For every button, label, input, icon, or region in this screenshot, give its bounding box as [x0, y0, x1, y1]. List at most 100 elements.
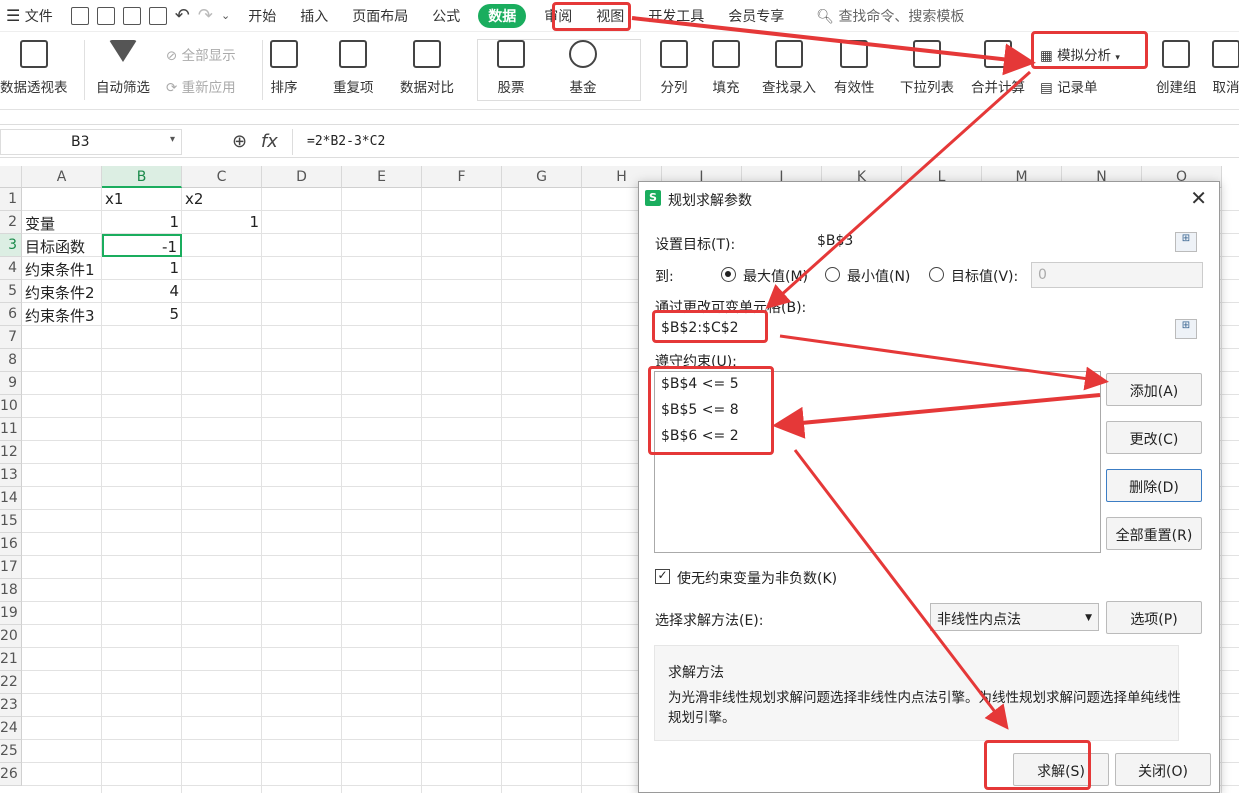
range-select-icon[interactable]: ⊞ [1175, 232, 1197, 252]
tab-formulas[interactable]: 公式 [420, 6, 472, 26]
column-header[interactable]: C [182, 166, 262, 188]
nonnegative-checkbox[interactable]: ✓ [655, 569, 670, 584]
cell-b4[interactable]: 1 [102, 257, 182, 280]
ungroup-button[interactable]: 取消 [1212, 40, 1239, 96]
row-header[interactable]: 18 [0, 579, 22, 602]
lookup-entry-button[interactable]: 查找录入 [762, 40, 816, 96]
merge-calc-button[interactable]: 合并计算 [971, 40, 1025, 96]
column-header[interactable]: B [102, 166, 182, 188]
close-button[interactable]: 关闭(O) [1115, 753, 1211, 786]
column-header[interactable]: D [262, 166, 342, 188]
cell-c1[interactable]: x2 [182, 188, 262, 211]
validity-button[interactable]: 有效性 [834, 40, 875, 96]
tab-member[interactable]: 会员专享 [716, 6, 796, 26]
pivot-table-button[interactable]: 数据透视表 [0, 40, 68, 96]
save-icon[interactable] [70, 6, 89, 25]
export-pdf-icon[interactable] [96, 6, 115, 25]
fx-icon[interactable]: fx [261, 131, 278, 152]
target-value-input[interactable]: 0 [1031, 262, 1203, 288]
row-header[interactable]: 5 [0, 280, 22, 303]
reapply-button[interactable]: ⟳ 重新应用 [166, 76, 236, 96]
select-all-corner[interactable] [0, 166, 22, 188]
row-header[interactable]: 26 [0, 763, 22, 786]
cell-a4[interactable]: 约束条件1 [22, 257, 102, 280]
cell-a3[interactable]: 目标函数 [22, 234, 102, 257]
tab-data[interactable]: 数据 [478, 3, 527, 28]
name-box[interactable]: B3 ▾ [0, 129, 182, 155]
row-header[interactable]: 20 [0, 625, 22, 648]
column-header[interactable]: G [502, 166, 582, 188]
row-header[interactable]: 13 [0, 464, 22, 487]
undo-icon[interactable]: ↶ [175, 5, 190, 26]
change-button[interactable]: 更改(C) [1106, 421, 1202, 454]
print-icon[interactable] [122, 6, 141, 25]
formula-input[interactable]: =2*B2-3*C2 [292, 129, 1239, 155]
row-header[interactable]: 6 [0, 303, 22, 326]
row-header[interactable]: 14 [0, 487, 22, 510]
max-radio[interactable] [721, 267, 736, 282]
cell-a2[interactable]: 变量 [22, 211, 102, 234]
cell-a6[interactable]: 约束条件3 [22, 303, 102, 326]
funds-button[interactable]: 基金 [569, 40, 597, 96]
cell-b6[interactable]: 5 [102, 303, 182, 326]
record-form-button[interactable]: ▤ 记录单 [1040, 76, 1098, 96]
row-header[interactable]: 10 [0, 395, 22, 418]
data-compare-button[interactable]: 数据对比 [400, 40, 454, 96]
dropdown-list-button[interactable]: 下拉列表 [900, 40, 954, 96]
cell-b5[interactable]: 4 [102, 280, 182, 303]
split-column-button[interactable]: 分列 [660, 40, 688, 96]
tab-page-layout[interactable]: 页面布局 [340, 6, 420, 26]
solving-method-select[interactable]: 非线性内点法 ▼ [930, 603, 1099, 631]
duplicates-button[interactable]: 重复项 [333, 40, 374, 96]
stocks-button[interactable]: 股票 [497, 40, 525, 96]
sort-button[interactable]: 排序 [270, 40, 298, 96]
redo-icon[interactable]: ↷ [198, 5, 213, 26]
tab-home[interactable]: 开始 [236, 6, 288, 26]
delete-button[interactable]: 删除(D) [1106, 469, 1202, 502]
column-header[interactable]: A [22, 166, 102, 188]
cell-b3[interactable]: -1 [102, 234, 182, 257]
cell-c2[interactable]: 1 [182, 211, 262, 234]
range-select-icon[interactable]: ⊞ [1175, 319, 1197, 339]
command-search[interactable]: 🔍︎ 查找命令、搜索模板 [816, 6, 964, 26]
row-header[interactable]: 1 [0, 188, 22, 211]
row-header[interactable]: 8 [0, 349, 22, 372]
row-header[interactable]: 25 [0, 740, 22, 763]
dialog-title-bar[interactable]: S 规划求解参数 ✕ [639, 182, 1219, 214]
cell-a5[interactable]: 约束条件2 [22, 280, 102, 303]
print-preview-icon[interactable] [148, 6, 167, 25]
row-header[interactable]: 12 [0, 441, 22, 464]
customize-chevron-icon[interactable]: ⌄ [221, 9, 230, 22]
zoom-icon[interactable]: ⊕ [232, 131, 247, 152]
column-header[interactable]: F [422, 166, 502, 188]
row-header[interactable]: 22 [0, 671, 22, 694]
column-header[interactable]: E [342, 166, 422, 188]
fill-button[interactable]: 填充 [712, 40, 740, 96]
row-header[interactable]: 4 [0, 257, 22, 280]
row-header[interactable]: 24 [0, 717, 22, 740]
file-menu[interactable]: ☰ 文件 [0, 6, 65, 26]
row-header[interactable]: 3 [0, 234, 22, 257]
create-group-button[interactable]: 创建组 [1156, 40, 1197, 96]
row-header[interactable]: 21 [0, 648, 22, 671]
row-header[interactable]: 2 [0, 211, 22, 234]
options-button[interactable]: 选项(P) [1106, 601, 1202, 634]
row-header[interactable]: 16 [0, 533, 22, 556]
show-all-button[interactable]: ⊘ 全部显示 [166, 44, 236, 64]
tab-developer[interactable]: 开发工具 [636, 6, 716, 26]
min-radio[interactable] [825, 267, 840, 282]
row-header[interactable]: 7 [0, 326, 22, 349]
row-header[interactable]: 23 [0, 694, 22, 717]
close-icon[interactable]: ✕ [1190, 186, 1207, 210]
objective-input[interactable]: $B$3 [811, 229, 1173, 255]
chevron-down-icon[interactable]: ▾ [170, 134, 175, 145]
row-header[interactable]: 9 [0, 372, 22, 395]
row-header[interactable]: 11 [0, 418, 22, 441]
target-value-radio[interactable] [929, 267, 944, 282]
autofilter-button[interactable]: 自动筛选 [96, 40, 150, 96]
cell-b2[interactable]: 1 [102, 211, 182, 234]
reset-all-button[interactable]: 全部重置(R) [1106, 517, 1202, 550]
row-header[interactable]: 17 [0, 556, 22, 579]
tab-insert[interactable]: 插入 [288, 6, 340, 26]
cell-b1[interactable]: x1 [102, 188, 182, 211]
